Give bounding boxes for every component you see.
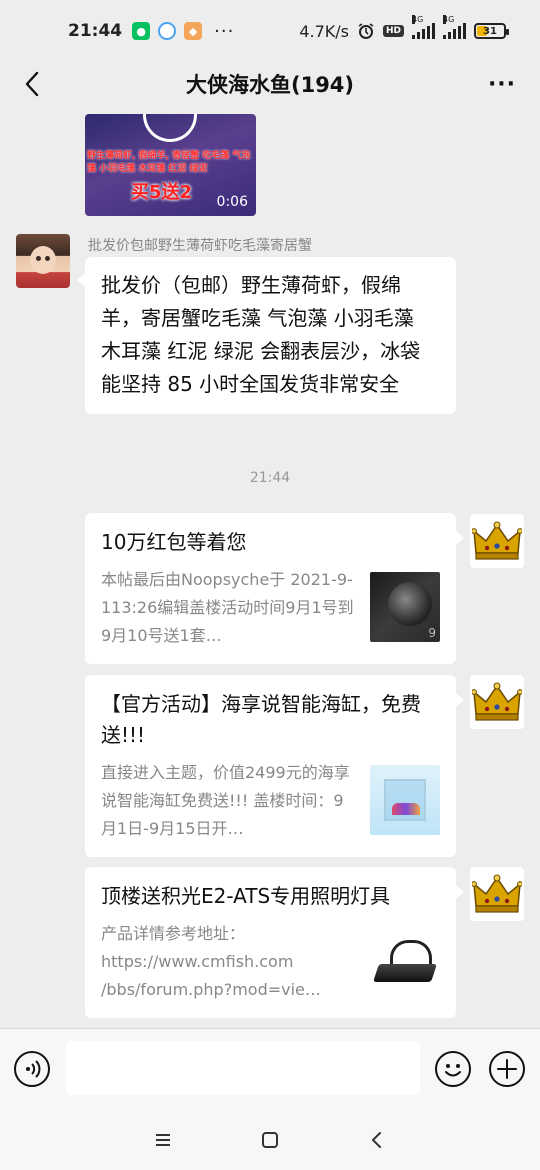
menu-icon bbox=[156, 1134, 171, 1146]
plus-button[interactable] bbox=[489, 1051, 525, 1087]
menu-button[interactable] bbox=[143, 1120, 183, 1160]
thumbnail-coral bbox=[392, 803, 420, 815]
plus-icon bbox=[497, 1059, 517, 1079]
chat-area[interactable]: 野生薄荷虾, 假绵羊, 寄居蟹 吃毛藻 气泡藻 小羽毛藻 木耳藻 红泥 绿泥 买… bbox=[0, 114, 540, 1026]
voice-button[interactable] bbox=[14, 1051, 50, 1087]
my-avatar[interactable] bbox=[470, 514, 524, 568]
chat-header: 大侠海水鱼(194) ··· bbox=[0, 62, 540, 106]
more-icon: ··· bbox=[487, 71, 517, 97]
chat-title: 大侠海水鱼(194) bbox=[185, 73, 355, 97]
card-thumbnail bbox=[370, 926, 440, 996]
play-icon bbox=[143, 114, 197, 142]
more-button[interactable]: ··· bbox=[484, 68, 520, 100]
card-description: 本帖最后由Noopsyche于 2021-9-113:26编辑盖楼活动时间9月1… bbox=[101, 570, 354, 645]
sender-name: 批发价包邮野生薄荷虾吃毛藻寄居蟹 bbox=[88, 238, 312, 254]
card-thumbnail bbox=[370, 765, 440, 835]
network-type-2: 4G bbox=[443, 15, 455, 24]
thumbnail-mark: 9 bbox=[428, 626, 436, 640]
signal-1-icon: 4G bbox=[412, 15, 435, 39]
video-duration: 0:06 bbox=[216, 194, 248, 210]
hd-icon: HD bbox=[382, 25, 404, 37]
link-card-message[interactable]: 顶楼送积光E2-ATS专用照明灯具 产品详情参考地址： https://www.… bbox=[85, 867, 464, 1018]
text-message-bubble[interactable]: 批发价（包邮）野生薄荷虾，假绵羊，寄居蟹吃毛藻 气泡藻 小羽毛藻 木耳藻 红泥 … bbox=[77, 257, 456, 414]
alarm-icon bbox=[358, 23, 374, 39]
battery-level: 31 bbox=[483, 25, 497, 37]
more-notifications-icon: ··· bbox=[214, 20, 235, 42]
card-body: 直接进入主题，价值2499元的海享说智能海缸免费送!!! 盖楼时间：9月1日-9… bbox=[101, 759, 440, 843]
card-title: 顶楼送积光E2-ATS专用照明灯具 bbox=[101, 884, 391, 908]
status-time: 21:44 bbox=[68, 21, 123, 41]
back-button[interactable] bbox=[16, 68, 48, 100]
card-body: 产品详情参考地址： https://www.cmfish.com /bbs/fo… bbox=[101, 920, 440, 1004]
voice-icon bbox=[26, 1060, 41, 1078]
back-icon bbox=[371, 1132, 381, 1148]
time-separator: 21:44 bbox=[249, 470, 291, 486]
card-title: 【官方活动】海享说智能海缸，免费送!!! bbox=[101, 692, 421, 747]
card-thumbnail: 9 bbox=[370, 572, 440, 642]
browser-notification-icon bbox=[158, 22, 177, 40]
crown-icon bbox=[472, 874, 522, 913]
link-card-message[interactable]: 10万红包等着您 本帖最后由Noopsyche于 2021-9-113:26编辑… bbox=[85, 513, 464, 664]
message-input[interactable] bbox=[66, 1041, 420, 1095]
emoji-button[interactable] bbox=[435, 1051, 471, 1087]
home-button[interactable] bbox=[250, 1120, 290, 1160]
my-avatar[interactable] bbox=[470, 867, 524, 921]
card-description: 直接进入主题，价值2499元的海享说智能海缸免费送!!! 盖楼时间：9月1日-9… bbox=[101, 763, 350, 838]
status-right: 4.7K/s HD 4G 4G 31 bbox=[299, 15, 509, 41]
thumbnail-lamp-base bbox=[373, 964, 437, 982]
link-card-message[interactable]: 【官方活动】海享说智能海缸，免费送!!! 直接进入主题，价值2499元的海享说智… bbox=[85, 675, 464, 857]
avatar-face bbox=[30, 246, 56, 274]
signal-2-icon: 4G bbox=[443, 15, 466, 39]
avatar-eye bbox=[45, 256, 50, 261]
card-title: 10万红包等着您 bbox=[101, 530, 247, 554]
sender-avatar[interactable] bbox=[16, 234, 70, 288]
avatar-eye bbox=[36, 256, 41, 261]
thumbnail-disk bbox=[388, 582, 432, 626]
crown-icon bbox=[472, 521, 522, 560]
status-left: 21:44 ● ◆ ··· bbox=[68, 21, 299, 42]
chevron-left-icon bbox=[25, 71, 39, 97]
system-back-button[interactable] bbox=[357, 1120, 397, 1160]
video-caption: 野生薄荷虾, 假绵羊, 寄居蟹 吃毛藻 气泡藻 小羽毛藻 木耳藻 红泥 绿泥 bbox=[87, 151, 251, 174]
network-type-1: 4G bbox=[412, 15, 424, 24]
home-icon bbox=[261, 1132, 278, 1148]
wechat-notification-icon: ● bbox=[132, 22, 151, 40]
card-body: 本帖最后由Noopsyche于 2021-9-113:26编辑盖楼活动时间9月1… bbox=[101, 566, 440, 650]
input-bar bbox=[0, 1028, 540, 1110]
network-speed: 4.7K/s bbox=[299, 21, 349, 41]
status-bar: 21:44 ● ◆ ··· 4.7K/s HD 4G 4G 31 bbox=[0, 0, 540, 62]
card-description: 产品详情参考地址： https://www.cmfish.com /bbs/fo… bbox=[101, 924, 321, 999]
battery-icon: 31 bbox=[474, 23, 509, 39]
emoji-icon bbox=[445, 1064, 461, 1077]
crown-icon bbox=[472, 682, 522, 721]
video-promo: 买5送2 bbox=[131, 182, 193, 203]
video-message[interactable]: 野生薄荷虾, 假绵羊, 寄居蟹 吃毛藻 气泡藻 小羽毛藻 木耳藻 红泥 绿泥 买… bbox=[85, 114, 256, 216]
app-notification-icon: ◆ bbox=[184, 22, 203, 40]
system-navigation-bar bbox=[0, 1110, 540, 1170]
my-avatar[interactable] bbox=[470, 675, 524, 729]
